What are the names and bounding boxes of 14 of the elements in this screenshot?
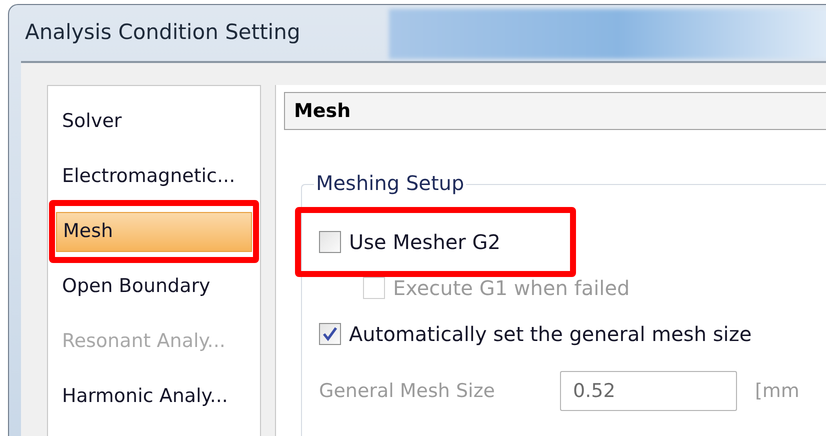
- checkbox[interactable]: [319, 230, 341, 253]
- checkbox-label: Automatically set the general mesh size: [349, 320, 752, 348]
- panel-title: Mesh: [294, 98, 351, 124]
- checkbox-label: Execute G1 when failed: [393, 274, 630, 302]
- checkbox-label: Use Mesher G2: [349, 228, 500, 256]
- sidebar-item[interactable]: Harmonic Analy...: [56, 376, 252, 416]
- sidebar-item[interactable]: Electromagnetic...: [56, 156, 252, 196]
- checkbox[interactable]: [319, 322, 341, 345]
- sidebar-item[interactable]: Mesh: [56, 212, 252, 252]
- window-title: Analysis Condition Setting: [25, 19, 300, 46]
- unit-label: [mm: [755, 378, 800, 404]
- sidebar-item[interactable]: Open Boundary: [56, 266, 252, 306]
- field-label: General Mesh Size: [319, 378, 496, 404]
- sidebar-item[interactable]: Solver: [56, 102, 252, 142]
